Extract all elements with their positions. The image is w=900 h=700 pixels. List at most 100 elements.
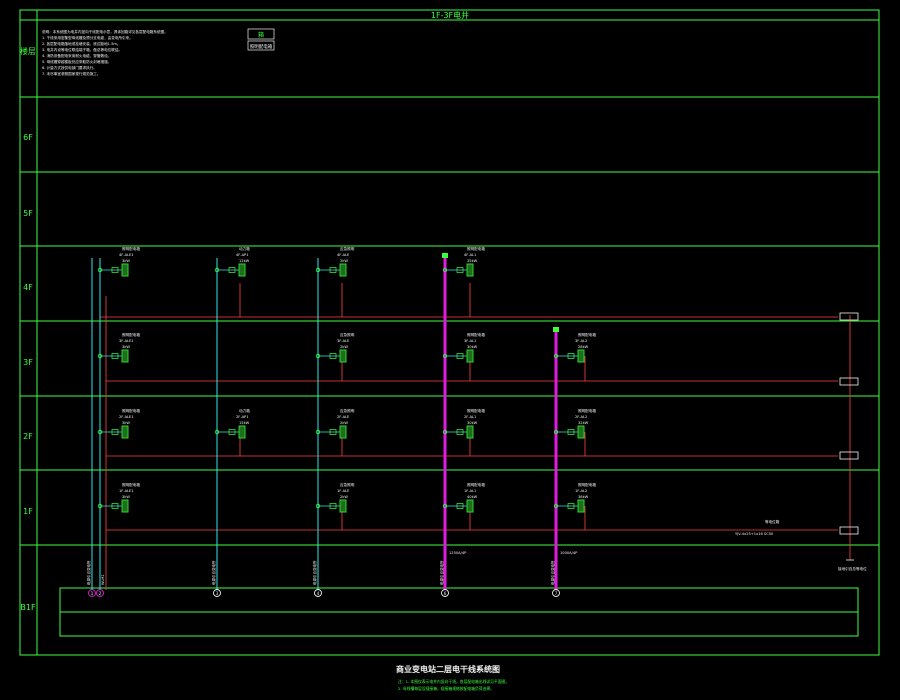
panel-id: 3F-ALE1 bbox=[119, 339, 134, 343]
distribution-panel: 照明配电箱 4F-AL1 35kW bbox=[442, 246, 485, 277]
panel-id: 3F-AL2 bbox=[575, 339, 587, 343]
floor-label: 1F bbox=[23, 507, 33, 516]
panel-name: 照明配电箱 bbox=[122, 332, 140, 337]
risers bbox=[91, 253, 559, 590]
riser-caption: 电源引自变电所 bbox=[86, 560, 91, 585]
panel-name: 照明配电箱 bbox=[467, 482, 485, 487]
note-line: 2. 各层配电箱落地或挂墙安装，底边距地1.5m。 bbox=[42, 41, 120, 46]
panel-box bbox=[238, 425, 246, 439]
floor-label: 2F bbox=[23, 432, 33, 441]
distribution-panel: 动力箱 2F-AP1 15kW bbox=[214, 408, 250, 439]
panel-kw: 3kW bbox=[122, 421, 130, 425]
panel-kw: 3kW bbox=[122, 259, 130, 263]
distribution-panel: 照明配电箱 3F-AL1 30kW bbox=[442, 332, 485, 363]
footer-title: 商业变电站二层电干线系统图 bbox=[396, 664, 500, 674]
panel-box bbox=[466, 263, 474, 277]
distribution-panel: 照明配电箱 1F-AL1 40kW bbox=[442, 482, 485, 513]
distribution-panel: 照明配电箱 1F-AL2 36kW bbox=[553, 482, 596, 513]
panel-box bbox=[339, 349, 347, 363]
panel-kw: 30kW bbox=[467, 345, 478, 349]
right-riser-label: 等电位箱 bbox=[765, 519, 780, 524]
legend-symbol-label: 箱 bbox=[258, 31, 264, 39]
panel-box bbox=[577, 425, 585, 439]
panel-kw: 30kW bbox=[467, 421, 478, 425]
distribution-panel: 照明配电箱 1F-ALE1 3kW bbox=[97, 482, 140, 513]
riser-tag-id: 3 bbox=[216, 591, 219, 596]
note-line: 4. 消防设备配电采用耐火电缆，穿管敷设。 bbox=[42, 53, 111, 58]
panels-layer: 照明配电箱 4F-ALE1 3kW 动力箱 4F-AP1 12kW 应急照明 4F-ALE 2k… bbox=[97, 246, 596, 513]
panel-name: 应急照明 bbox=[340, 482, 355, 487]
end-boxes bbox=[839, 312, 859, 535]
distribution-panel: 照明配电箱 4F-ALE1 3kW bbox=[97, 246, 140, 277]
end-box-2f bbox=[839, 451, 859, 460]
floor-header-label: 楼层 bbox=[20, 46, 36, 56]
riser-tag-id: 1 bbox=[91, 591, 94, 596]
panel-name: 照明配电箱 bbox=[578, 408, 596, 413]
panel-kw: 15kW bbox=[239, 421, 250, 425]
riser-caption: WLM2 bbox=[101, 574, 105, 585]
riser-caption: 电源引自变电所 bbox=[312, 560, 317, 585]
floor-label: B1F bbox=[20, 603, 36, 612]
panel-kw: 35kW bbox=[467, 259, 478, 263]
floor-label: 4F bbox=[23, 283, 33, 292]
panel-box bbox=[339, 263, 347, 277]
panel-box bbox=[339, 499, 347, 513]
note-line: 3. 电井内设等电位联结端子箱，做总等电位联结。 bbox=[42, 47, 122, 52]
ground-note: 接地引自总等电位 bbox=[838, 566, 867, 571]
note-line: 6. 计量方式按供电部门要求执行。 bbox=[42, 65, 97, 70]
panel-id: 2F-AP1 bbox=[236, 415, 248, 419]
end-box-4f bbox=[839, 312, 859, 321]
busbar-1-cap bbox=[442, 253, 448, 258]
panel-id: 4F-ALE1 bbox=[119, 253, 134, 257]
panel-box bbox=[121, 349, 129, 363]
header-title: 1F-3F电井 bbox=[431, 10, 469, 20]
riser-tag-id: 6 bbox=[444, 591, 447, 596]
floor-label: 5F bbox=[23, 209, 33, 218]
panel-kw: 3kW bbox=[122, 495, 130, 499]
notes-block: 说明：本系统图为电井内竖向干线配电示意，具体回路详见各层配电箱系统图。 1. 干… bbox=[42, 29, 168, 76]
panel-id: 3F-ALE bbox=[337, 339, 350, 343]
distribution-panel: 应急照明 4F-ALE 2kW bbox=[315, 246, 355, 277]
panel-id: 3F-AL1 bbox=[464, 339, 476, 343]
panel-id: 1F-AL2 bbox=[575, 489, 587, 493]
panel-kw: 28kW bbox=[578, 345, 589, 349]
panel-kw: 2kW bbox=[340, 421, 348, 425]
distribution-panel: 应急照明 1F-ALE 2kW bbox=[315, 482, 355, 513]
panel-kw: 3kW bbox=[122, 345, 130, 349]
panel-id: 1F-AL1 bbox=[464, 489, 476, 493]
distribution-panel: 照明配电箱 3F-ALE1 3kW bbox=[97, 332, 140, 363]
panel-box bbox=[121, 499, 129, 513]
distribution-panel: 照明配电箱 2F-AL1 30kW bbox=[442, 408, 485, 439]
panel-id: 4F-ALE bbox=[337, 253, 350, 257]
panel-kw: 2kW bbox=[340, 259, 348, 263]
panel-id: 4F-AP1 bbox=[236, 253, 248, 257]
panel-name: 照明配电箱 bbox=[122, 408, 140, 413]
riser-tag-id: 2 bbox=[99, 591, 102, 596]
riser-caption: 电源引自变电所 bbox=[550, 560, 555, 585]
panel-box bbox=[577, 349, 585, 363]
panel-box bbox=[466, 499, 474, 513]
busbar-note: 1250A/4P bbox=[449, 551, 467, 555]
note-line: 1. 干线采用密集型母线槽及预分支电缆，由变电所引来。 bbox=[42, 35, 133, 40]
panel-name: 照明配电箱 bbox=[467, 408, 485, 413]
distribution-panel: 应急照明 2F-ALE 2kW bbox=[315, 408, 355, 439]
footer-note: 注：1. 本图仅表示电井内竖向干线，各层配电箱出线详见平面图。 bbox=[398, 679, 509, 684]
note-line: 5. 母线槽穿越楼板处应采取防火封堵措施。 bbox=[42, 59, 111, 64]
panel-id: 2F-ALE bbox=[337, 415, 350, 419]
outer-frame bbox=[19, 9, 880, 656]
panel-name: 照明配电箱 bbox=[122, 246, 140, 251]
panel-box bbox=[466, 425, 474, 439]
distribution-panel: 照明配电箱 3F-AL2 28kW bbox=[553, 332, 596, 363]
panel-id: 1F-ALE1 bbox=[119, 489, 134, 493]
panel-box bbox=[466, 349, 474, 363]
panel-id: 1F-ALE bbox=[337, 489, 350, 493]
panel-name: 动力箱 bbox=[239, 408, 250, 413]
panel-kw: 2kW bbox=[340, 495, 348, 499]
panel-id: 2F-AL2 bbox=[575, 415, 587, 419]
panel-kw: 36kW bbox=[578, 495, 589, 499]
panel-box bbox=[238, 263, 246, 277]
panel-id: 2F-ALE1 bbox=[119, 415, 134, 419]
panel-name: 照明配电箱 bbox=[122, 482, 140, 487]
panel-kw: 12kW bbox=[239, 259, 250, 263]
distribution-panel: 照明配电箱 2F-ALE1 3kW bbox=[97, 408, 140, 439]
